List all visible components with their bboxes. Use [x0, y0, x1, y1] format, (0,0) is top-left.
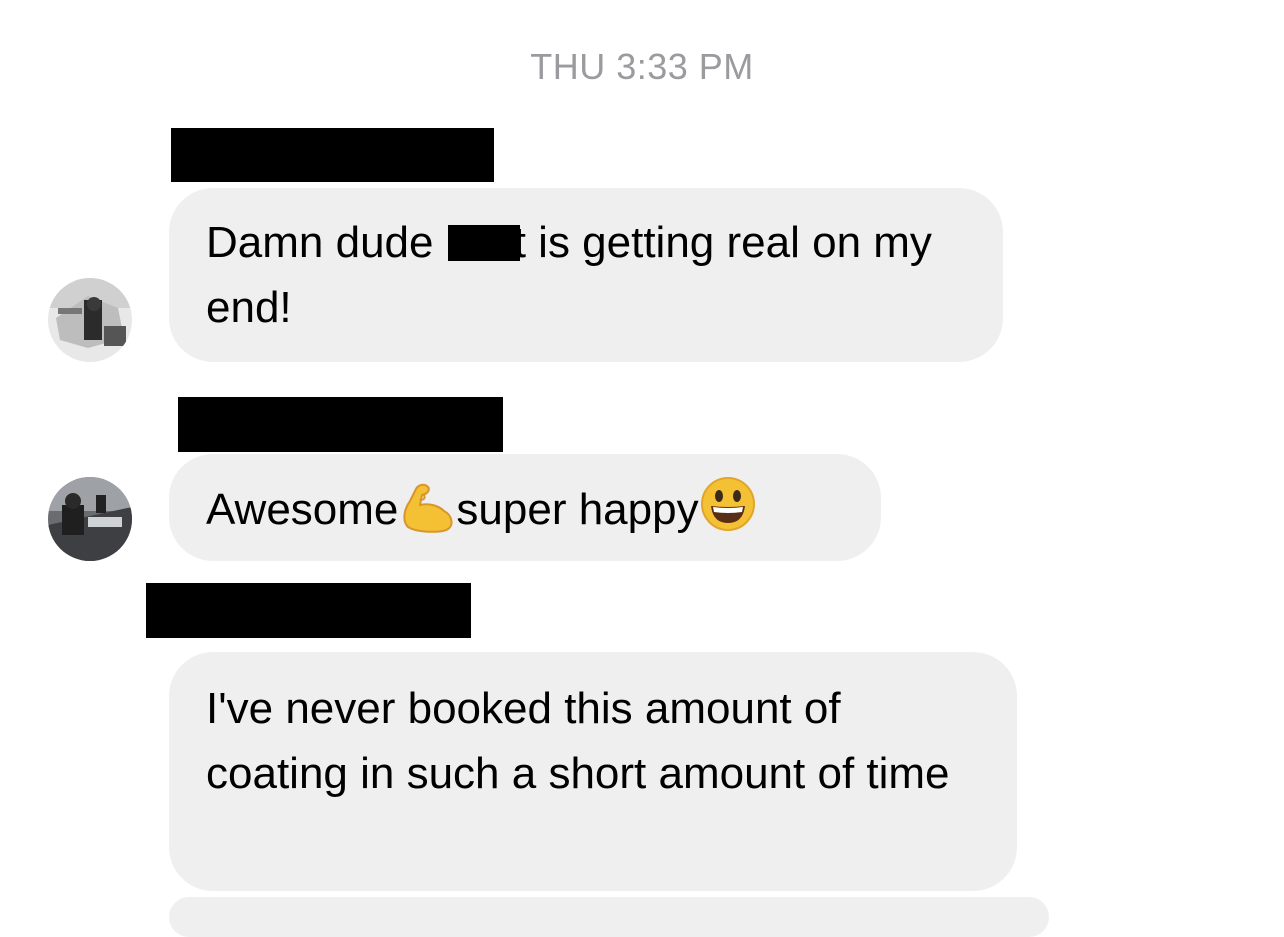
- message-text-end: super happy: [456, 485, 699, 534]
- redacted-sender-name: [171, 128, 494, 182]
- avatar[interactable]: [48, 278, 132, 362]
- avatar[interactable]: [48, 477, 132, 561]
- redacted-sender-name: [178, 397, 503, 452]
- message-bubble[interactable]: Awesome super happy: [169, 454, 881, 561]
- message-bubble[interactable]: Damn dude t is getting real on my end!: [169, 188, 1003, 362]
- message-bubble[interactable]: I've never booked this amount of coating…: [169, 652, 1017, 891]
- message-text-start: Awesome: [206, 485, 399, 534]
- message-bubble-partial[interactable]: [169, 897, 1049, 937]
- redacted-sender-name: [146, 583, 471, 638]
- grinning-face-emoji: [699, 475, 757, 551]
- avatar-photo: [48, 477, 132, 561]
- avatar-photo: [48, 278, 132, 362]
- message-text-start: Damn dude: [206, 218, 434, 267]
- thread-timestamp: THU 3:33 PM: [530, 46, 754, 87]
- flexed-biceps-emoji: [398, 481, 456, 551]
- message-text: I've never booked this amount of coating…: [206, 684, 950, 798]
- inline-redaction: [447, 225, 520, 261]
